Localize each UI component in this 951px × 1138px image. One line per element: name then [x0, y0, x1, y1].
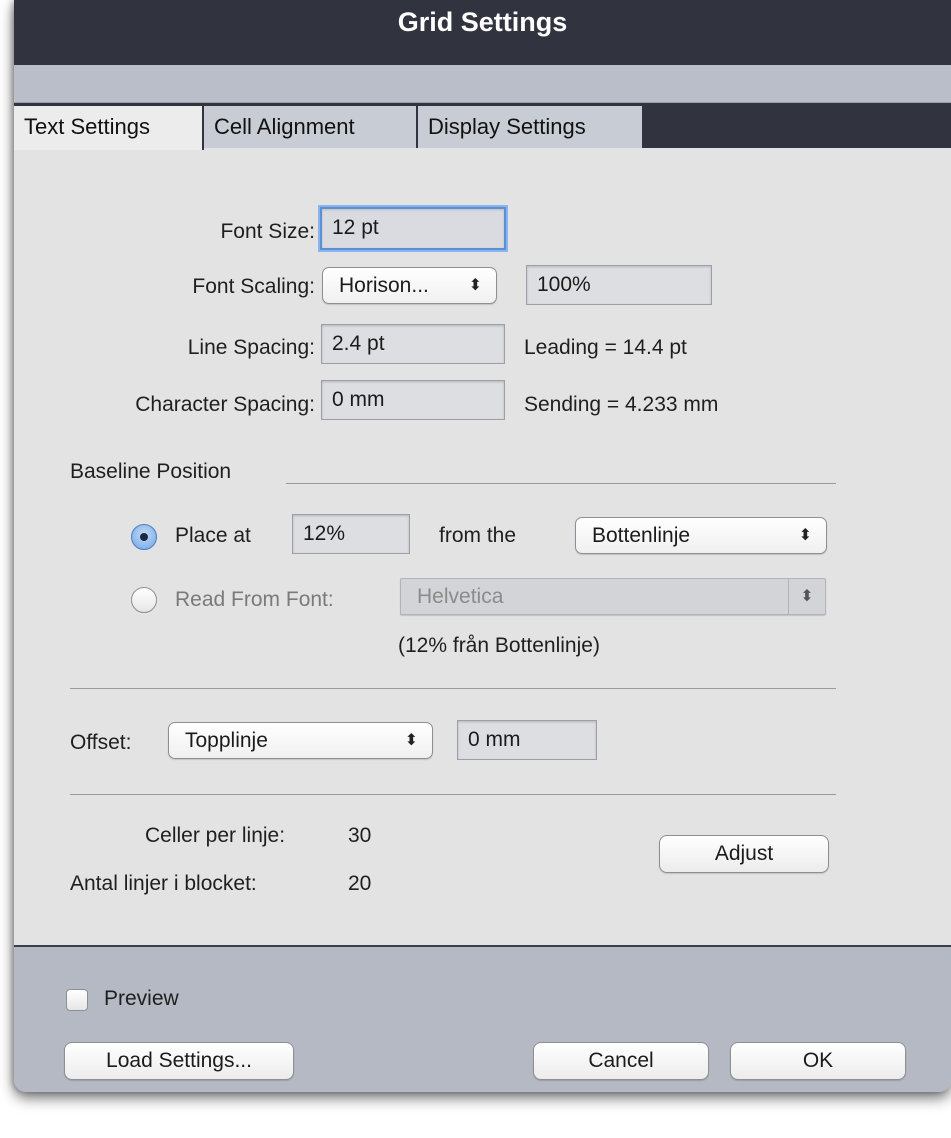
- font-size-label: Font Size:: [220, 220, 315, 243]
- read-from-font-select[interactable]: Helvetica ⬍: [400, 578, 826, 615]
- title-sub-bar: [14, 65, 951, 103]
- baseline-reference-value: Bottenlinje: [592, 524, 691, 547]
- offset-reference-value: Topplinje: [185, 729, 268, 752]
- stepper-arrows-icon: ⬍: [788, 579, 825, 614]
- character-spacing-field[interactable]: 0 mm: [321, 380, 505, 420]
- font-scaling-label: Font Scaling:: [192, 275, 315, 298]
- ok-button[interactable]: OK: [730, 1042, 906, 1080]
- lines-in-block-value: 20: [348, 872, 372, 895]
- font-scaling-percent-field[interactable]: 100%: [526, 265, 712, 305]
- font-scaling-direction-select[interactable]: Horison... ⬍: [322, 267, 497, 304]
- offset-label: Offset:: [70, 731, 132, 754]
- cells-per-line-label: Celler per linje:: [145, 824, 286, 847]
- baseline-reference-select[interactable]: Bottenlinje ⬍: [575, 517, 827, 554]
- load-settings-button[interactable]: Load Settings...: [64, 1042, 294, 1080]
- baseline-position-heading: Baseline Position: [70, 460, 232, 483]
- place-at-percent-field[interactable]: 12%: [292, 514, 410, 554]
- grid-settings-dialog: Grid Settings Text Settings Cell Alignme…: [14, 0, 951, 1092]
- leading-readout: Leading = 14.4 pt: [524, 336, 687, 359]
- preview-checkbox[interactable]: [66, 989, 88, 1011]
- text-settings-panel: Font Size: 12 pt Font Scaling: Horison..…: [14, 150, 951, 947]
- line-spacing-field[interactable]: 2.4 pt: [321, 324, 505, 364]
- adjust-button[interactable]: Adjust: [659, 835, 829, 873]
- tab-display-settings[interactable]: Display Settings: [418, 106, 644, 148]
- window-title: Grid Settings: [397, 7, 568, 37]
- popup-arrows-icon: ⬍: [798, 527, 812, 544]
- read-from-font-label: Read From Font:: [175, 588, 334, 611]
- character-spacing-label: Character Spacing:: [135, 393, 315, 416]
- title-bar: Grid Settings: [14, 0, 951, 65]
- preview-label: Preview: [104, 987, 179, 1010]
- cancel-button[interactable]: Cancel: [533, 1042, 709, 1080]
- baseline-heading-rule: [286, 483, 836, 484]
- dialog-footer: Preview Load Settings... Cancel OK: [14, 947, 951, 1092]
- font-scaling-direction-value: Horison...: [339, 274, 429, 297]
- lines-in-block-label: Antal linjer i blocket:: [70, 872, 257, 895]
- section-divider-2: [70, 794, 836, 795]
- section-divider-1: [70, 688, 836, 689]
- cells-per-line-value: 30: [348, 824, 372, 847]
- offset-value-field[interactable]: 0 mm: [457, 720, 597, 760]
- sending-readout: Sending = 4.233 mm: [524, 393, 719, 416]
- tab-text-settings[interactable]: Text Settings: [14, 106, 204, 152]
- popup-arrows-icon: ⬍: [404, 732, 418, 749]
- baseline-note: (12% från Bottenlinje): [398, 634, 600, 657]
- read-from-font-value: Helvetica: [417, 585, 504, 608]
- font-size-field[interactable]: 12 pt: [320, 207, 506, 250]
- line-spacing-label: Line Spacing:: [187, 336, 315, 359]
- popup-arrows-icon: ⬍: [468, 277, 482, 294]
- place-at-radio[interactable]: [131, 524, 157, 550]
- place-at-label: Place at: [175, 524, 251, 547]
- read-from-font-radio[interactable]: [131, 587, 157, 613]
- offset-reference-select[interactable]: Topplinje ⬍: [168, 722, 433, 759]
- tab-cell-alignment[interactable]: Cell Alignment: [204, 106, 418, 148]
- from-the-label: from the: [439, 524, 517, 547]
